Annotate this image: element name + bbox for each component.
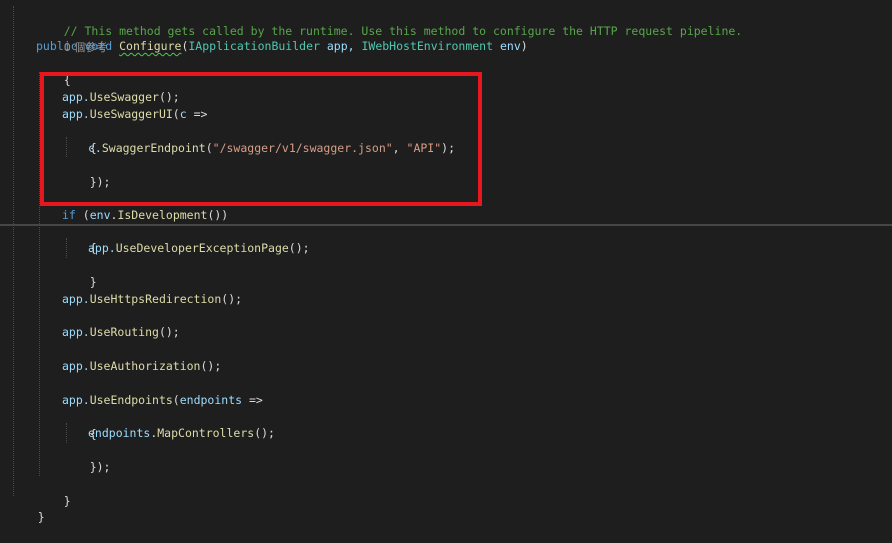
method-map-controllers: MapControllers [157,426,255,440]
codelens-references[interactable]: 0 個參考 [36,22,108,54]
punct: (); [200,359,222,373]
code-line-use-https-redirection: app.UseHttpsRedirection(); [62,291,242,308]
code-line-if: if (env.IsDevelopment()) [62,207,228,224]
code-line-brace: { [62,223,97,255]
code-line-comment: // This method gets called by the runtim… [36,6,743,38]
var-app: app. [62,359,90,373]
punct: ( [172,393,180,407]
code-line-use-dev-exception-page: app.UseDeveloperExceptionPage(); [88,240,310,257]
method-use-routing: UseRouting [89,325,159,339]
var-app: app. [62,393,90,407]
code-line-signature: public void Configure(IApplicationBuilde… [36,38,528,55]
brace-close: } [89,275,97,289]
punct: (); [288,241,310,255]
keyword-if: if [62,208,76,222]
code-line-map-controllers: endpoints.MapControllers(); [88,425,275,442]
method-use-authorization: UseAuthorization [89,359,201,373]
code-line-close-lambda: }); [62,442,111,474]
indent-guide [13,6,14,496]
code-line-use-routing: app.UseRouting(); [62,324,180,341]
arrow: => [242,393,263,407]
method-is-development: IsDevelopment [117,208,208,222]
close-lambda: }); [89,460,111,474]
method-use-developer-exception-page: UseDeveloperExceptionPage [115,241,289,255]
code-editor[interactable]: // This method gets called by the runtim… [0,0,892,540]
punct: (); [254,426,275,440]
code-line-brace: } [62,257,97,289]
highlight-annotation-box [40,72,482,206]
code-line-brace: { [36,55,71,87]
method-use-https-redirection: UseHttpsRedirection [89,292,222,306]
var-endpoints: endpoints [88,426,151,440]
comment-text: // This method gets called by the runtim… [63,24,743,38]
var-app: app. [62,292,90,306]
keyword-public: public [36,39,78,53]
var-app: app. [62,325,90,339]
param-app: app, [319,39,362,53]
type-iapplicationbuilder: IApplicationBuilder [188,39,320,53]
type-iwebhostenvironment: IWebHostEnvironment [361,39,494,53]
punct: (); [158,325,180,339]
punct: ( [75,208,90,222]
method-use-endpoints: UseEndpoints [89,393,173,407]
punct: (); [221,292,243,306]
code-line-brace: { [62,409,97,441]
code-line-use-endpoints: app.UseEndpoints(endpoints => [62,392,263,409]
code-line-brace: } [10,492,45,524]
method-configure[interactable]: Configure [119,39,181,53]
brace-close: } [63,494,71,508]
keyword-void: void [84,39,113,53]
param-env: env [499,39,521,53]
lambda-param-endpoints: endpoints [179,393,243,407]
punct: ) [520,39,528,53]
code-line-use-authorization: app.UseAuthorization(); [62,358,221,375]
punct: ()) [207,208,229,222]
punct [493,39,500,53]
var-app: app. [88,241,116,255]
var-env: env [89,208,111,222]
brace-close: } [37,510,45,524]
code-line-brace: } [36,476,71,508]
current-line-indicator [0,224,892,226]
